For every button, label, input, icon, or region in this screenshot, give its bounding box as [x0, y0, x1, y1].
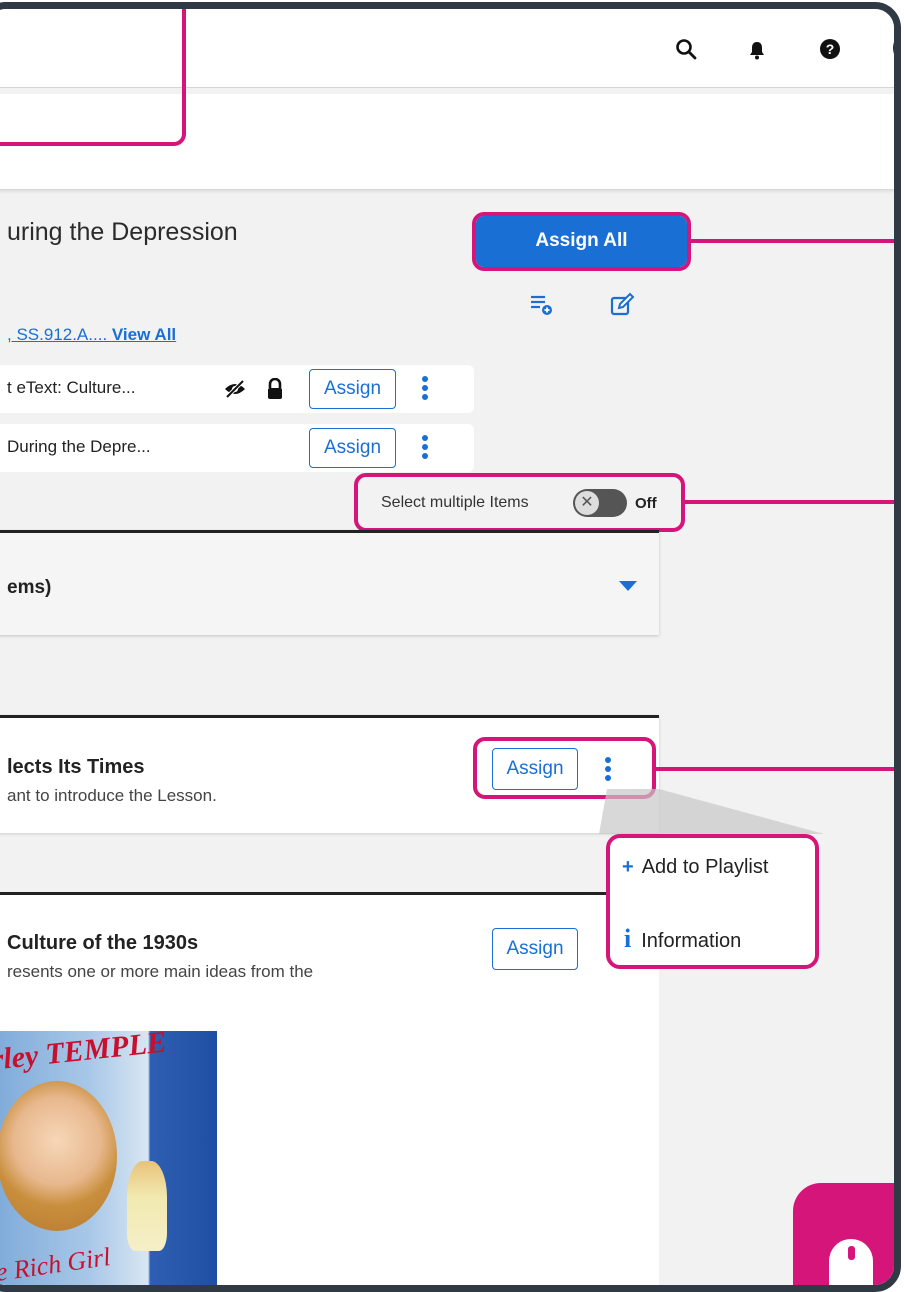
- assign-button[interactable]: Assign: [492, 748, 578, 790]
- bell-icon[interactable]: [746, 39, 768, 61]
- standards-line: , SS.912.A.... View All: [7, 325, 176, 345]
- kebab-menu-icon[interactable]: [415, 373, 435, 405]
- item-subtitle: ant to introduce the Lesson.: [7, 786, 217, 805]
- menu-item-information[interactable]: i Information: [624, 924, 742, 953]
- svg-text:?: ?: [826, 41, 835, 57]
- menu-pointer: [599, 789, 824, 834]
- help-icon[interactable]: ?: [819, 38, 841, 60]
- row-title[interactable]: t eText: Culture...: [7, 378, 136, 398]
- lesson-title: uring the Depression: [7, 218, 238, 246]
- search-icon[interactable]: [674, 37, 698, 61]
- plus-icon: +: [622, 856, 634, 878]
- poster-bottom-text: tle Rich Girl: [0, 1242, 113, 1289]
- poster-top-text: irley TEMPLE: [0, 1031, 169, 1078]
- callout-line-assign-all: [691, 239, 894, 243]
- edit-icon[interactable]: [608, 291, 636, 319]
- callout-line-select-multiple: [685, 500, 894, 504]
- menu-item-add-to-playlist[interactable]: + Add to Playlist: [622, 856, 768, 884]
- lesson-row[interactable]: t eText: Culture... Assign: [0, 365, 474, 413]
- row-title[interactable]: During the Depre...: [7, 437, 151, 457]
- callout-line-item-actions: [656, 767, 894, 771]
- items-dropdown[interactable]: ems): [0, 530, 659, 635]
- chat-icon-dot: [848, 1246, 855, 1260]
- item-subtitle: resents one or more main ideas from the: [7, 962, 314, 981]
- movie-poster-image[interactable]: irley TEMPLE tle Rich Girl: [0, 1031, 217, 1289]
- kebab-menu-icon[interactable]: [598, 754, 618, 786]
- poster-girl-figure: [127, 1161, 167, 1251]
- lock-icon: [265, 377, 285, 401]
- add-to-playlist-icon[interactable]: [527, 291, 555, 319]
- avatar[interactable]: [893, 31, 894, 65]
- standards-text[interactable]: , SS.912.A....: [7, 325, 112, 344]
- lesson-row[interactable]: During the Depre... Assign: [0, 424, 474, 472]
- app-window: ? uring the Depression , SS.912.A.... Vi…: [0, 2, 901, 1292]
- assign-all-button[interactable]: Assign All: [476, 216, 687, 267]
- item-title[interactable]: lects Its Times: [7, 756, 144, 779]
- callout-search-box: [0, 9, 186, 146]
- assign-button[interactable]: Assign: [309, 369, 396, 409]
- poster-figure: [0, 1081, 117, 1231]
- item-title[interactable]: Culture of the 1930s: [7, 932, 198, 955]
- assign-button[interactable]: Assign: [492, 928, 578, 970]
- info-icon: i: [624, 924, 632, 953]
- dropdown-label: ems): [7, 577, 52, 598]
- menu-item-label: Add to Playlist: [641, 856, 769, 878]
- view-all-link[interactable]: View All: [112, 325, 176, 344]
- help-chat-button[interactable]: [793, 1183, 894, 1285]
- assign-button[interactable]: Assign: [309, 428, 396, 468]
- select-multiple-label: Select multiple Items: [381, 494, 529, 511]
- menu-item-label: Information: [641, 930, 742, 952]
- hidden-eye-icon: [223, 378, 247, 400]
- caret-down-icon[interactable]: [618, 580, 638, 592]
- kebab-menu-icon[interactable]: [415, 432, 435, 464]
- context-menu: + Add to Playlist i Information: [606, 834, 819, 969]
- toggle-state-label: Off: [635, 495, 657, 512]
- close-icon: ✕: [575, 491, 599, 515]
- select-multiple-toggle[interactable]: ✕: [573, 489, 627, 517]
- item-card: Culture of the 1930s resents one or more…: [0, 892, 659, 1289]
